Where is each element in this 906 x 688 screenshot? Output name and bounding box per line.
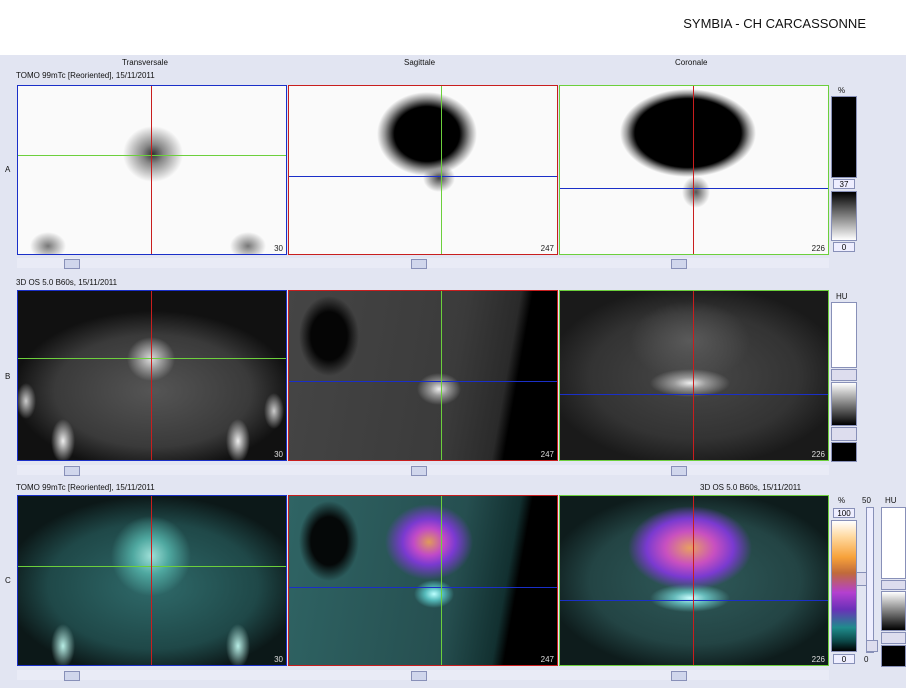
blend-slider-thumb[interactable] [866,640,878,652]
scroll-thumb[interactable] [64,671,80,681]
blend-bottom-value: 0 [864,655,869,664]
scale-c2-window-bottom [881,645,906,667]
header-bar: SYMBIA - CH CARCASSONNE [0,0,906,55]
scale-c2-handle-bottom[interactable] [881,632,906,644]
row-c-letter: C [5,576,11,585]
scale-c2-gradient [881,591,906,631]
crosshair-vertical [441,291,442,460]
scale-a-bar[interactable] [831,96,857,178]
scroll-thumb[interactable] [671,466,687,476]
scale-c-colormap [831,520,857,652]
row-b-letter: B [5,372,11,381]
view-a-transversal[interactable]: 30 [17,85,287,255]
crosshair-horizontal [560,188,828,189]
crosshair-vertical [441,496,442,665]
slice-number: 226 [811,450,825,459]
row-a-letter: A [5,165,11,174]
scroll-thumb[interactable] [671,259,687,269]
scale-a-bottom-value[interactable]: 0 [833,242,855,252]
crosshair-horizontal [560,394,828,395]
row-c-series-right: 3D OS 5.0 B60s, 15/11/2011 [700,483,802,492]
scroll-thumb[interactable] [64,259,80,269]
view-c-sagittal[interactable]: 247 [288,495,558,666]
crosshair-horizontal [560,600,828,601]
crosshair-vertical [151,86,152,254]
view-b-coronal[interactable]: 226 [559,290,829,461]
view-c-transversal[interactable]: 30 [17,495,287,666]
row-c-series-left: TOMO 99mTc [Reoriented], 15/11/2011 [16,483,155,492]
row-a-slice-scrollbar[interactable] [17,258,829,269]
crosshair-horizontal [289,176,557,177]
view-c-coronal[interactable]: 226 [559,495,829,666]
slice-number: 30 [274,244,283,253]
scroll-thumb[interactable] [411,259,427,269]
view-a-coronal[interactable]: 226 [559,85,829,255]
row-b-slice-scrollbar[interactable] [17,465,829,476]
slice-number: 247 [540,244,554,253]
view-a-sagittal[interactable]: 247 [288,85,558,255]
scale-b-handle-bottom[interactable] [831,427,857,441]
column-title-sagittale: Sagittale [404,58,436,67]
scale-b-handle-top[interactable] [831,369,857,381]
row-c-slice-scrollbar[interactable] [17,670,829,681]
crosshair-vertical [151,496,152,665]
scale-c-top-value[interactable]: 100 [833,508,855,518]
scale-c-unit2: HU [885,496,897,505]
slice-number: 226 [811,655,825,664]
crosshair-vertical [693,86,694,254]
scale-c-bottom-value[interactable]: 0 [833,654,855,664]
row-b-series-label: 3D OS 5.0 B60s, 15/11/2011 [16,278,118,287]
scale-a-gradient [831,191,857,241]
column-title-transversale: Transversale [122,58,168,67]
crosshair-horizontal [289,381,557,382]
slice-number: 30 [274,655,283,664]
scroll-thumb[interactable] [411,671,427,681]
slice-number: 247 [540,450,554,459]
crosshair-horizontal [18,566,286,567]
column-title-coronale: Coronale [675,58,708,67]
slice-number: 30 [274,450,283,459]
crosshair-vertical [693,496,694,665]
slice-number: 226 [811,244,825,253]
crosshair-horizontal [18,358,286,359]
scale-b-unit: HU [836,292,848,301]
crosshair-vertical [151,291,152,460]
scroll-thumb[interactable] [671,671,687,681]
scale-c2-handle-top[interactable] [881,580,906,590]
crosshair-horizontal [18,155,286,156]
view-b-sagittal[interactable]: 247 [288,290,558,461]
crosshair-vertical [693,291,694,460]
scale-b-window-top [831,302,857,368]
scroll-thumb[interactable] [64,466,80,476]
view-b-transversal[interactable]: 30 [17,290,287,461]
blend-slider-track[interactable] [866,507,874,653]
row-a-series-label: TOMO 99mTc [Reoriented], 15/11/2011 [16,71,155,80]
blend-top-value: 50 [862,496,871,505]
crosshair-horizontal [289,587,557,588]
scale-b-gradient [831,382,857,426]
app-title: SYMBIA - CH CARCASSONNE [683,16,866,31]
scale-c-unit: % [838,496,846,505]
scale-a-unit: % [838,86,846,95]
scroll-thumb[interactable] [411,466,427,476]
slice-number: 247 [540,655,554,664]
scale-c2-window-top [881,507,906,579]
crosshair-vertical [441,86,442,254]
scale-a-top-value[interactable]: 37 [833,179,855,189]
scale-b-window-bottom [831,442,857,462]
